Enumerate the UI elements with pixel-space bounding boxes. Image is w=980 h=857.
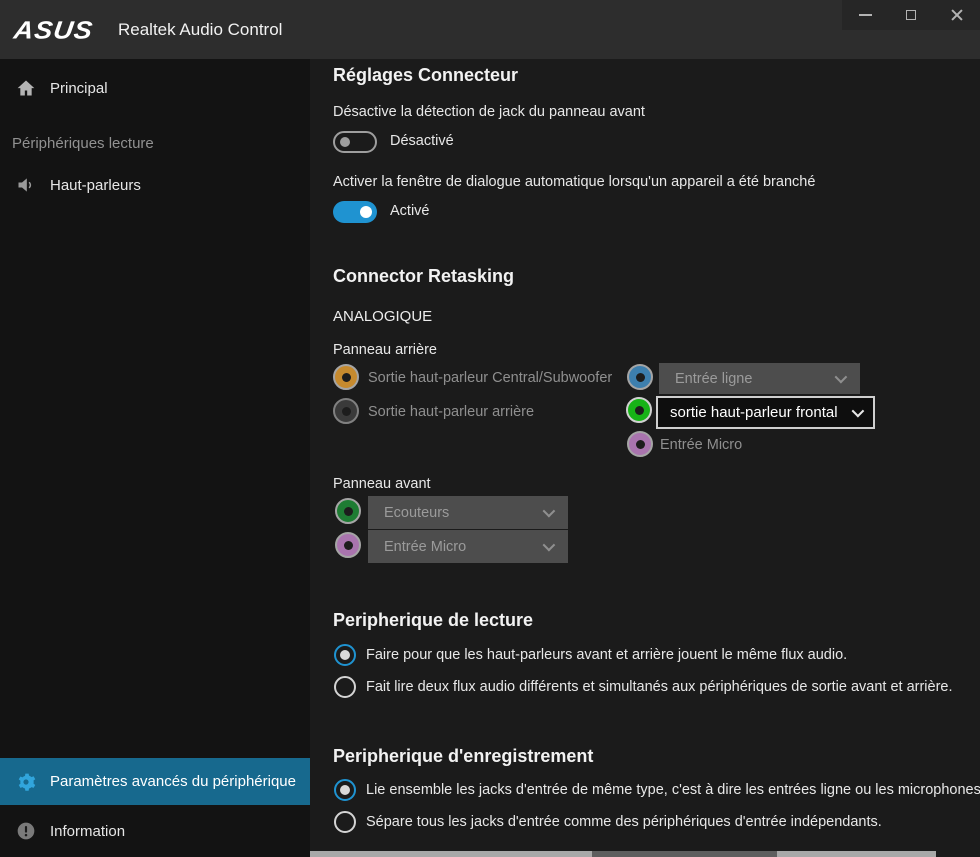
sidebar-item-label: Principal xyxy=(50,80,108,97)
sidebar-item-label: Haut-parleurs xyxy=(50,177,141,194)
jack-hole xyxy=(636,440,645,449)
playback-option-label: Fait lire deux flux audio différents et … xyxy=(366,679,953,695)
gear-icon xyxy=(16,772,36,792)
section-title-reglages-connecteur: Réglages Connecteur xyxy=(333,65,518,86)
front-panel-label: Panneau avant xyxy=(333,476,431,492)
section-title-connector-retasking: Connector Retasking xyxy=(333,266,514,287)
chevron-down-icon xyxy=(852,405,865,418)
minimize-icon xyxy=(859,14,872,16)
info-icon xyxy=(16,821,36,841)
jack-label-central-subwoofer: Sortie haut-parleur Central/Subwoofer xyxy=(368,370,612,386)
sidebar-section-peripheriques-lecture: Périphériques lecture xyxy=(12,135,154,152)
subsection-analogique: ANALOGIQUE xyxy=(333,308,432,325)
maximize-button[interactable] xyxy=(888,0,934,30)
audio-jack-icon-front-green xyxy=(335,498,361,524)
jack-hole xyxy=(342,373,351,382)
settings-page: Réglages Connecteur Désactive la détecti… xyxy=(310,59,980,851)
sidebar: Principal Périphériques lecture Haut-par… xyxy=(0,59,310,857)
chevron-down-icon xyxy=(543,539,556,552)
jack-hole xyxy=(635,406,644,415)
jack-hole xyxy=(636,373,645,382)
toggle-knob xyxy=(360,206,372,218)
close-button[interactable] xyxy=(934,0,980,30)
jack-label-entree-micro: Entrée Micro xyxy=(660,437,742,453)
minimize-button[interactable] xyxy=(842,0,888,30)
recording-option-label: Lie ensemble les jacks d'entrée de même … xyxy=(366,782,980,798)
window-controls xyxy=(842,0,980,30)
toggle-state-label: Désactivé xyxy=(390,133,454,149)
recording-option-label: Sépare tous les jacks d'entrée comme des… xyxy=(366,814,882,830)
playback-option-label: Faire pour que les haut-parleurs avant e… xyxy=(366,647,847,663)
toggle-label-auto-dialog: Activer la fenêtre de dialogue automatiq… xyxy=(333,174,815,190)
asus-logo: ASUS xyxy=(12,15,112,44)
speaker-icon xyxy=(16,175,36,195)
jack-hole xyxy=(344,541,353,550)
toggle-state-label: Activé xyxy=(390,203,430,219)
toggle-label-jack-detection: Désactive la détection de jack du pannea… xyxy=(333,104,645,120)
horizontal-scrollbar-thumb[interactable] xyxy=(592,851,777,857)
dropdown-value: Entrée Micro xyxy=(384,539,543,555)
chevron-down-icon xyxy=(543,505,556,518)
entree-ligne-dropdown[interactable]: Entrée ligne xyxy=(659,363,860,394)
sidebar-item-information[interactable]: Information xyxy=(0,811,310,851)
jack-hole xyxy=(342,407,351,416)
ecouteurs-dropdown[interactable]: Ecouteurs xyxy=(368,496,568,529)
rear-panel-label: Panneau arrière xyxy=(333,342,437,358)
realtek-audio-control-window: ASUS Realtek Audio Control Principal Pér… xyxy=(0,0,980,857)
audio-jack-icon-gray xyxy=(333,398,359,424)
radio-dot xyxy=(340,785,350,795)
recording-radio-tie-jacks[interactable] xyxy=(334,779,356,801)
audio-jack-icon-front-purple xyxy=(335,532,361,558)
dropdown-value: Ecouteurs xyxy=(384,505,543,521)
audio-jack-icon-purple xyxy=(627,431,653,457)
sidebar-item-principal[interactable]: Principal xyxy=(0,70,310,106)
playback-radio-same-stream[interactable] xyxy=(334,644,356,666)
sidebar-item-haut-parleurs[interactable]: Haut-parleurs xyxy=(0,167,310,203)
audio-jack-icon-orange xyxy=(333,364,359,390)
auto-dialog-toggle[interactable] xyxy=(333,201,377,223)
audio-jack-icon-blue xyxy=(627,364,653,390)
close-icon xyxy=(951,9,963,21)
section-title-peripherique-enregistrement: Peripherique d'enregistrement xyxy=(333,746,593,767)
jack-detection-toggle[interactable] xyxy=(333,131,377,153)
horizontal-scrollbar[interactable] xyxy=(310,851,936,857)
sidebar-item-parametres-avances[interactable]: Paramètres avancés du périphérique xyxy=(0,758,310,805)
chevron-down-icon xyxy=(835,371,848,384)
toggle-knob xyxy=(340,137,350,147)
front-speaker-out-dropdown[interactable]: sortie haut-parleur frontal xyxy=(656,396,875,429)
titlebar: ASUS Realtek Audio Control xyxy=(0,0,980,59)
window-title: Realtek Audio Control xyxy=(118,0,282,59)
dropdown-value: sortie haut-parleur frontal xyxy=(670,404,852,421)
sidebar-item-label: Information xyxy=(50,823,125,840)
recording-radio-separate-jacks[interactable] xyxy=(334,811,356,833)
jack-label-rear-speaker: Sortie haut-parleur arrière xyxy=(368,404,534,420)
entree-micro-dropdown[interactable]: Entrée Micro xyxy=(368,530,568,563)
section-title-peripherique-lecture: Peripherique de lecture xyxy=(333,610,533,631)
maximize-icon xyxy=(906,10,916,20)
jack-hole xyxy=(344,507,353,516)
home-icon xyxy=(16,78,36,98)
audio-jack-icon-green xyxy=(626,397,652,423)
dropdown-value: Entrée ligne xyxy=(675,371,835,387)
radio-dot xyxy=(340,650,350,660)
sidebar-item-label: Paramètres avancés du périphérique xyxy=(50,773,296,790)
playback-radio-two-streams[interactable] xyxy=(334,676,356,698)
